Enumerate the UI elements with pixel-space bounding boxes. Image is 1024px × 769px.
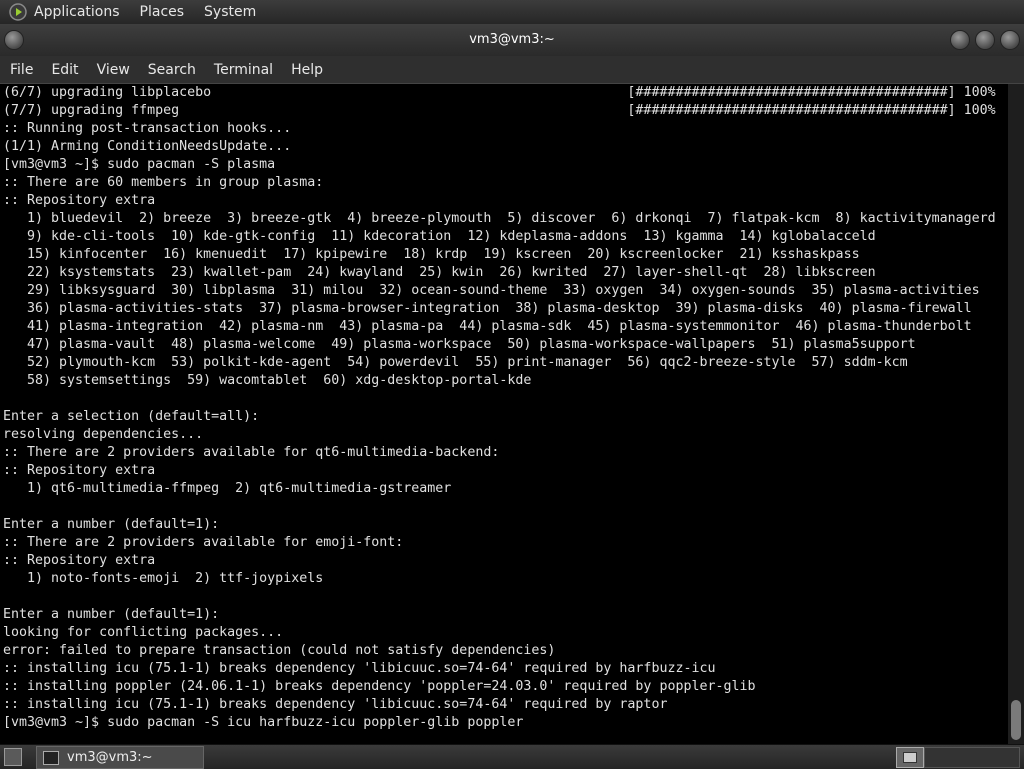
places-menu[interactable]: Places [140, 4, 185, 20]
menu-help[interactable]: Help [291, 62, 323, 78]
terminal-line: (7/7) upgrading ffmpeg [################… [3, 103, 996, 118]
terminal-line: 52) plymouth-kcm 53) polkit-kde-agent 54… [3, 355, 908, 370]
terminal-line: Enter a number (default=1): [3, 607, 220, 622]
menubar: File Edit View Search Terminal Help [0, 56, 1024, 84]
terminal-line: resolving dependencies... [3, 427, 204, 442]
menu-file[interactable]: File [10, 62, 33, 78]
terminal-line: :: Repository extra [3, 553, 156, 568]
terminal-line: :: Repository extra [3, 463, 156, 478]
terminal-line: :: There are 2 providers available for q… [3, 445, 500, 460]
applications-menu[interactable]: Applications [34, 4, 120, 20]
terminal-line: 1) qt6-multimedia-ffmpeg 2) qt6-multimed… [3, 481, 452, 496]
terminal-line: [vm3@vm3 ~]$ sudo pacman -S icu harfbuzz… [3, 715, 524, 730]
terminal-line: error: failed to prepare transaction (co… [3, 643, 556, 658]
scrollbar-thumb[interactable] [1011, 700, 1021, 740]
maximize-button[interactable] [975, 30, 995, 50]
terminal-text: (6/7) upgrading libplacebo [############… [0, 84, 1008, 732]
window-titlebar[interactable]: vm3@vm3:~ [0, 24, 1024, 56]
terminal-line: :: installing icu (75.1-1) breaks depend… [3, 661, 716, 676]
terminal-line: :: There are 2 providers available for e… [3, 535, 404, 550]
show-desktop-icon[interactable] [4, 748, 22, 766]
terminal-line: :: There are 60 members in group plasma: [3, 175, 324, 190]
workspace-1-button[interactable] [896, 747, 924, 768]
taskbar-window-button[interactable]: vm3@vm3:~ [36, 746, 204, 769]
terminal-line: :: Repository extra [3, 193, 156, 208]
menu-edit[interactable]: Edit [51, 62, 78, 78]
system-menu[interactable]: System [204, 4, 256, 20]
workspace-2-button[interactable] [924, 747, 1020, 768]
terminal-window: vm3@vm3:~ File Edit View Search Terminal… [0, 24, 1024, 744]
terminal-line: Enter a selection (default=all): [3, 409, 260, 424]
terminal-line: :: Running post-transaction hooks... [3, 121, 292, 136]
window-title: vm3@vm3:~ [469, 32, 555, 47]
terminal-line: 36) plasma-activities-stats 37) plasma-b… [3, 301, 972, 316]
gnome-foot-icon[interactable] [8, 2, 28, 22]
terminal-output[interactable]: (6/7) upgrading libplacebo [############… [0, 84, 1008, 744]
terminal-line: 9) kde-cli-tools 10) kde-gtk-config 11) … [3, 229, 876, 244]
terminal-icon [43, 750, 59, 765]
terminal-line: looking for conflicting packages... [3, 625, 284, 640]
terminal-line: :: installing poppler (24.06.1-1) breaks… [3, 679, 756, 694]
taskbar-window-label: vm3@vm3:~ [67, 750, 153, 765]
terminal-line: 29) libksysguard 30) libplasma 31) milou… [3, 283, 980, 298]
terminal-line: 1) bluedevil 2) breeze 3) breeze-gtk 4) … [3, 211, 996, 226]
workspace-window-icon [903, 752, 917, 763]
terminal-line: (1/1) Arming ConditionNeedsUpdate... [3, 139, 292, 154]
terminal-line: (6/7) upgrading libplacebo [############… [3, 85, 996, 100]
top-panel: Applications Places System [0, 0, 1024, 25]
terminal-line: 47) plasma-vault 48) plasma-welcome 49) … [3, 337, 916, 352]
menu-terminal[interactable]: Terminal [214, 62, 273, 78]
close-button[interactable] [1000, 30, 1020, 50]
terminal-line: 1) noto-fonts-emoji 2) ttf-joypixels [3, 571, 324, 586]
terminal-line: :: installing icu (75.1-1) breaks depend… [3, 697, 668, 712]
terminal-line: 58) systemsettings 59) wacomtablet 60) x… [3, 373, 532, 388]
terminal-line: 15) kinfocenter 16) kmenuedit 17) kpipew… [3, 247, 860, 262]
terminal-scrollbar[interactable] [1008, 84, 1024, 744]
terminal-line: Enter a number (default=1): [3, 517, 220, 532]
menu-view[interactable]: View [97, 62, 130, 78]
bottom-panel: vm3@vm3:~ [0, 744, 1024, 769]
terminal-line: [vm3@vm3 ~]$ sudo pacman -S plasma [3, 157, 276, 172]
terminal-line: 22) ksystemstats 23) kwallet-pam 24) kwa… [3, 265, 876, 280]
menu-search[interactable]: Search [148, 62, 196, 78]
minimize-button[interactable] [950, 30, 970, 50]
terminal-line: 41) plasma-integration 42) plasma-nm 43)… [3, 319, 972, 334]
